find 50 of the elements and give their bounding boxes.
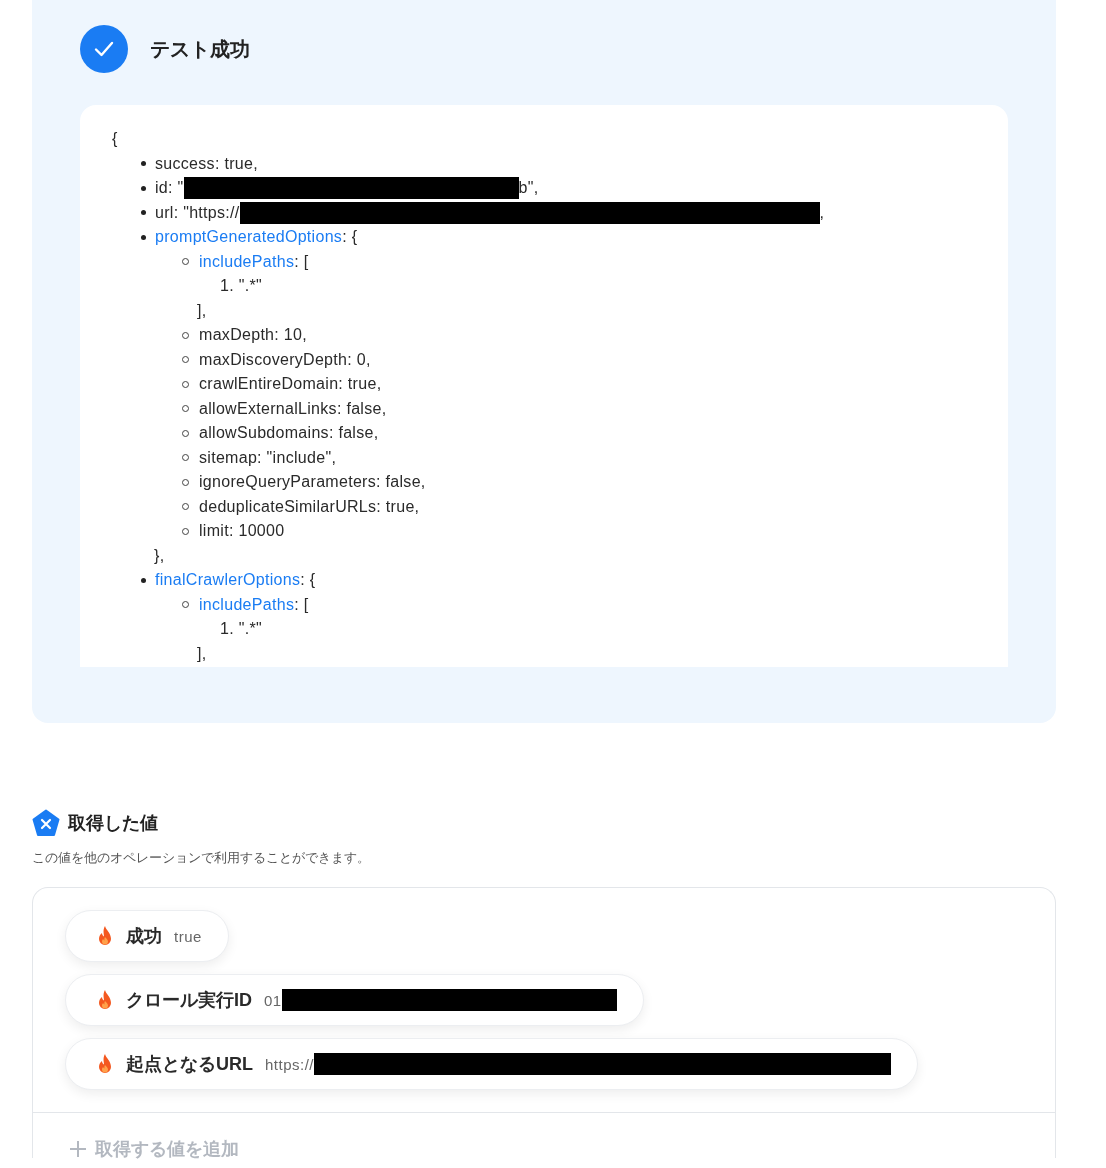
json-text: ], xyxy=(197,643,207,664)
bullet-icon xyxy=(141,185,146,191)
json-text: allowExternalLinks: false, xyxy=(199,398,387,419)
value-label: クロール実行ID xyxy=(126,989,252,1012)
json-text: maxDepth: 10, xyxy=(199,325,307,345)
json-text: url: "https:// xyxy=(155,202,240,223)
json-text: limit: 10000 xyxy=(199,521,285,541)
brace-text: { xyxy=(112,129,118,149)
key-link[interactable]: finalCrawlerOptions xyxy=(155,568,301,593)
value-label: 成功 xyxy=(126,925,162,948)
json-text: success: true, xyxy=(155,153,258,174)
json-text: : { xyxy=(300,570,316,590)
bullet-icon xyxy=(141,161,146,167)
json-text: crawlEntireDomain: true, xyxy=(199,374,382,394)
bullet-icon xyxy=(141,234,146,240)
json-text: deduplicateSimilarURLs: true, xyxy=(199,496,420,517)
json-text: : [ xyxy=(294,594,309,615)
json-text: ], xyxy=(197,300,207,321)
pentagon-icon xyxy=(32,809,60,837)
json-text: , xyxy=(819,202,825,223)
value-text: 01 xyxy=(264,991,282,1009)
json-text: : { xyxy=(342,227,358,247)
json-text: }, xyxy=(154,545,165,566)
json-text: allowSubdomains: false, xyxy=(199,423,379,443)
plus-icon xyxy=(69,1140,87,1158)
value-chip[interactable]: 起点となるURL https:// xyxy=(65,1038,919,1090)
json-text: maxDiscoveryDepth: 0, xyxy=(199,349,371,370)
value-label: 起点となるURL xyxy=(126,1053,253,1076)
json-text: sitemap: "include", xyxy=(199,447,337,468)
section-title: 取得した値 xyxy=(68,812,158,835)
bullet-icon xyxy=(141,577,146,583)
json-text: : [ xyxy=(294,251,309,272)
section-description: この値を他のオペレーションで利用することができます。 xyxy=(32,849,371,867)
key-link[interactable]: includePaths xyxy=(199,249,295,274)
json-text: 1. ".*" xyxy=(220,276,262,296)
value-chip[interactable]: クロール実行ID 01 xyxy=(65,974,644,1026)
key-link[interactable]: includePaths xyxy=(199,592,295,617)
value-text: https:// xyxy=(265,1055,315,1073)
value-chip[interactable]: 成功 true xyxy=(65,910,229,962)
value-text: true xyxy=(174,927,202,945)
flame-icon xyxy=(96,925,114,947)
flame-icon xyxy=(96,1053,114,1075)
json-text: id: " xyxy=(155,178,184,198)
json-text: b", xyxy=(518,178,539,198)
result-title: テスト成功 xyxy=(150,36,250,62)
flame-icon xyxy=(96,989,114,1011)
key-link[interactable]: promptGeneratedOptions xyxy=(155,225,343,250)
json-text: ignoreQueryParameters: false, xyxy=(199,472,426,492)
json-text: 1. ".*" xyxy=(220,619,262,639)
bullet-icon xyxy=(141,210,146,216)
